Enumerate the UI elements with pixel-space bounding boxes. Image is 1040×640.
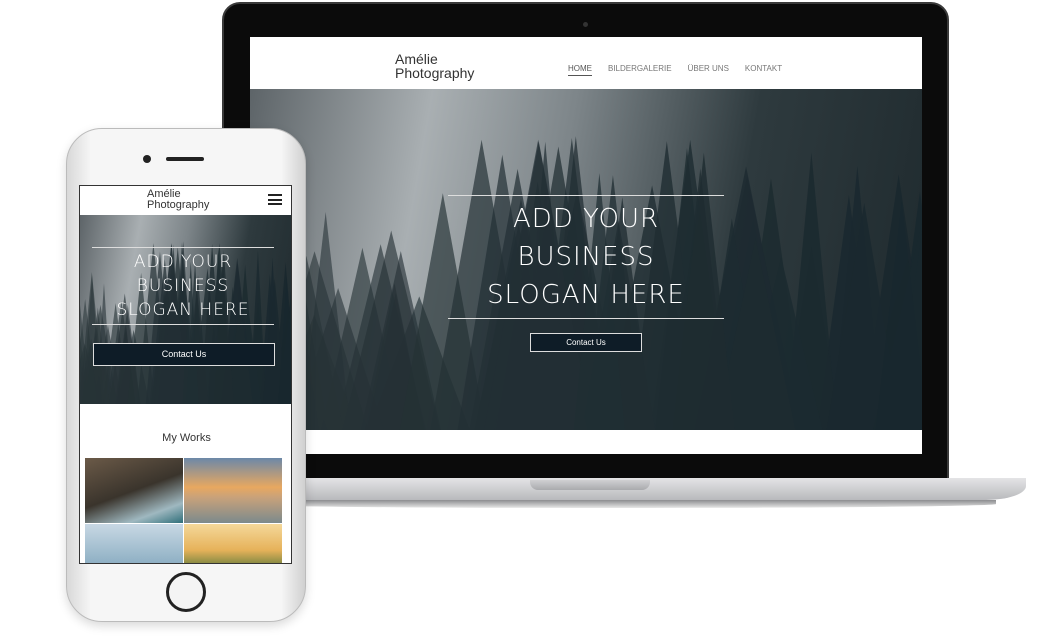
laptop-base-edge: [230, 500, 996, 508]
nav-ueber-uns[interactable]: ÜBER UNS: [688, 64, 729, 76]
gallery-image-sunrise-hill[interactable]: [184, 524, 282, 563]
desktop-website: Amélie Photography HOME BILDERGALERIE ÜBE…: [250, 37, 922, 454]
logo-line: Amélie: [395, 51, 438, 67]
phone-speaker: [166, 157, 204, 161]
site-header: Amélie Photography HOME BILDERGALERIE ÜBE…: [250, 37, 922, 89]
nav-bildergalerie[interactable]: BILDERGALERIE: [608, 64, 672, 76]
gallery-image-coast[interactable]: [85, 524, 183, 563]
laptop-notch: [530, 480, 650, 490]
works-gallery: [85, 458, 282, 563]
logo-line: Photography: [395, 65, 475, 81]
slogan-line: ADD YOUR: [512, 204, 660, 234]
hero-slogan: ADD YOUR BUSINESS SLOGAN HERE: [92, 247, 274, 325]
mobile-website: Amélie Photography ADD YOUR BUSINESS SLOG…: [79, 185, 292, 564]
phone-camera: [143, 155, 151, 163]
slogan-line: BUSINESS: [517, 242, 655, 272]
site-logo[interactable]: Amélie Photography: [395, 52, 474, 80]
contact-us-button[interactable]: Contact Us: [93, 343, 275, 366]
gallery-image-sunset-beach[interactable]: [184, 458, 282, 523]
logo-line: Photography: [147, 199, 210, 211]
slogan-line: SLOGAN HERE: [116, 300, 250, 320]
works-heading: My Works: [162, 432, 211, 444]
slogan-line: SLOGAN HERE: [487, 280, 685, 310]
main-nav: HOME BILDERGALERIE ÜBER UNS KONTAKT: [568, 64, 782, 76]
slogan-line: ADD YOUR: [133, 252, 233, 272]
hero-slogan: ADD YOUR BUSINESS SLOGAN HERE: [448, 195, 724, 319]
gallery-image-rocks[interactable]: [85, 458, 183, 523]
hero-banner: ADD YOUR BUSINESS SLOGAN HERE Contact Us: [80, 215, 291, 404]
slogan-line: BUSINESS: [136, 276, 230, 296]
phone-home-button: [166, 572, 206, 612]
hero-banner: ADD YOUR BUSINESS SLOGAN HERE Contact Us: [250, 89, 922, 430]
contact-us-button[interactable]: Contact Us: [530, 333, 642, 352]
nav-kontakt[interactable]: KONTAKT: [745, 64, 782, 76]
laptop-camera: [583, 22, 588, 27]
nav-home[interactable]: HOME: [568, 64, 592, 76]
site-logo[interactable]: Amélie Photography: [147, 189, 209, 211]
hamburger-menu-icon[interactable]: [268, 194, 282, 205]
